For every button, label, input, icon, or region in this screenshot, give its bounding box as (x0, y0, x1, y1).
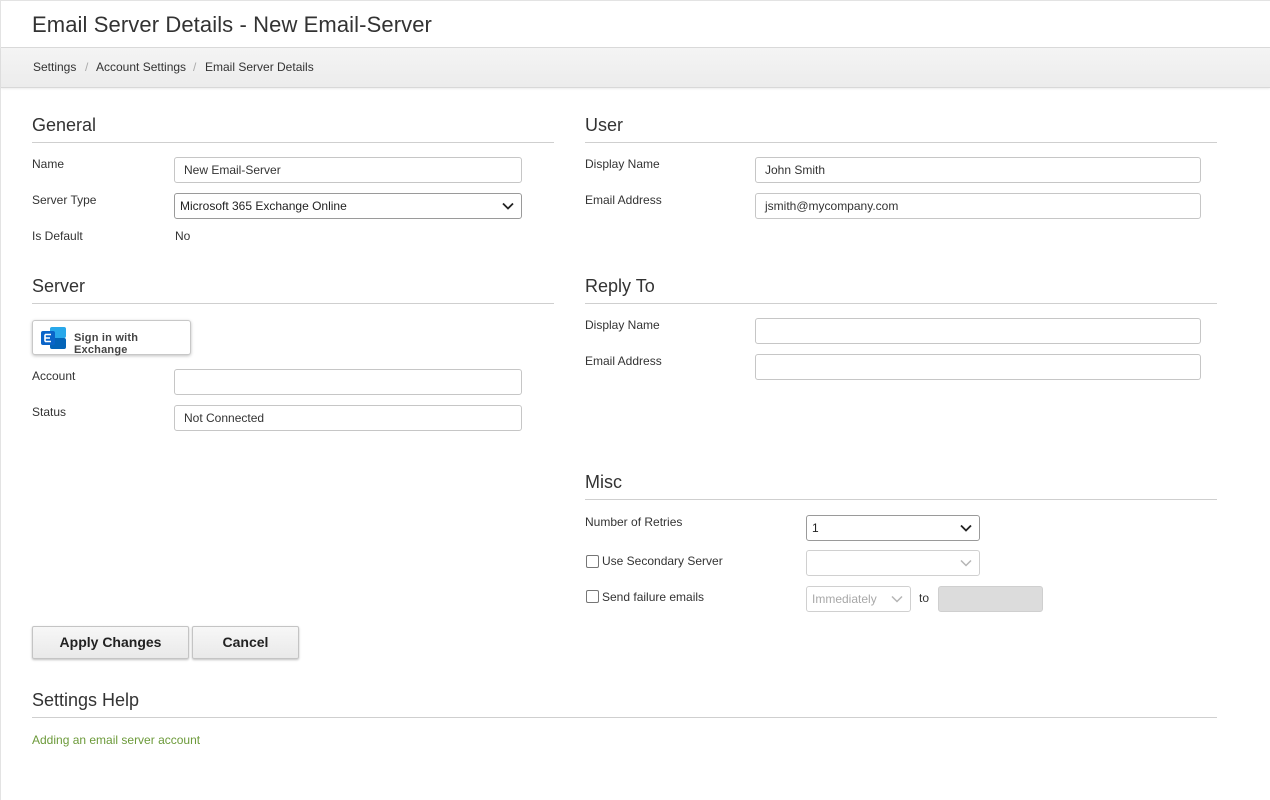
secondary-server-select (806, 550, 980, 576)
sign-in-with-exchange-label: Sign in with Exchange (74, 332, 139, 356)
account-label: Account (32, 369, 76, 383)
server-type-select[interactable]: Microsoft 365 Exchange Online (174, 193, 522, 219)
send-failure-emails-checkbox[interactable] (586, 590, 599, 603)
apply-changes-button[interactable]: Apply Changes (32, 626, 189, 659)
section-title-settings-help: Settings Help (32, 690, 1217, 718)
status-label: Status (32, 405, 67, 419)
help-link-adding-email-server[interactable]: Adding an email server account (32, 733, 200, 747)
is-default-label: Is Default (32, 229, 83, 243)
retries-select[interactable]: 1 (806, 515, 980, 541)
chevron-down-icon (502, 202, 514, 210)
send-failure-emails-label: Send failure emails (602, 590, 705, 604)
server-type-value: Microsoft 365 Exchange Online (180, 199, 347, 213)
section-title-server: Server (32, 276, 554, 304)
reply-display-name-input[interactable] (755, 318, 1201, 344)
user-email-input[interactable]: jsmith@mycompany.com (755, 193, 1201, 219)
sign-in-with-exchange-button[interactable]: Sign in with Exchange (32, 320, 191, 356)
chevron-down-icon (960, 559, 972, 567)
section-title-general: General (32, 115, 554, 143)
reply-email-label: Email Address (585, 354, 662, 368)
user-display-name-input[interactable]: John Smith (755, 157, 1201, 183)
to-label: to (919, 591, 930, 605)
is-default-value: No (175, 229, 191, 243)
breadcrumb-account-settings[interactable]: Account Settings (96, 60, 186, 74)
section-title-reply-to: Reply To (585, 276, 1217, 304)
status-field: Not Connected (174, 405, 522, 431)
name-label: Name (32, 157, 65, 171)
breadcrumb-separator: / (85, 60, 89, 74)
reply-email-input[interactable] (755, 354, 1201, 380)
section-title-misc: Misc (585, 472, 1217, 500)
breadcrumb-separator: / (193, 60, 197, 74)
user-email-label: Email Address (585, 193, 662, 207)
chevron-down-icon (891, 595, 903, 603)
section-title-user: User (585, 115, 1217, 143)
breadcrumb-email-server-details: Email Server Details (205, 60, 314, 74)
exchange-logo-icon (41, 327, 66, 349)
account-input[interactable] (174, 369, 522, 395)
user-display-name-label: Display Name (585, 157, 660, 171)
cancel-button[interactable]: Cancel (192, 626, 299, 659)
retries-value: 1 (812, 521, 819, 535)
chevron-down-icon (960, 524, 972, 532)
breadcrumb: Settings / Account Settings / Email Serv… (1, 48, 1270, 88)
reply-display-name-label: Display Name (585, 318, 660, 332)
name-input[interactable]: New Email-Server (174, 157, 522, 183)
use-secondary-server-label: Use Secondary Server (602, 554, 723, 568)
page-header: Email Server Details - New Email-Server (1, 1, 1270, 48)
page-title: Email Server Details - New Email-Server (32, 12, 432, 37)
failure-timing-select: Immediately (806, 586, 911, 612)
failure-timing-value: Immediately (812, 592, 877, 606)
server-type-label: Server Type (32, 193, 97, 207)
failure-recipient-input (938, 586, 1043, 612)
retries-label: Number of Retries (585, 515, 683, 529)
use-secondary-server-checkbox[interactable] (586, 555, 599, 568)
breadcrumb-settings[interactable]: Settings (33, 60, 76, 74)
